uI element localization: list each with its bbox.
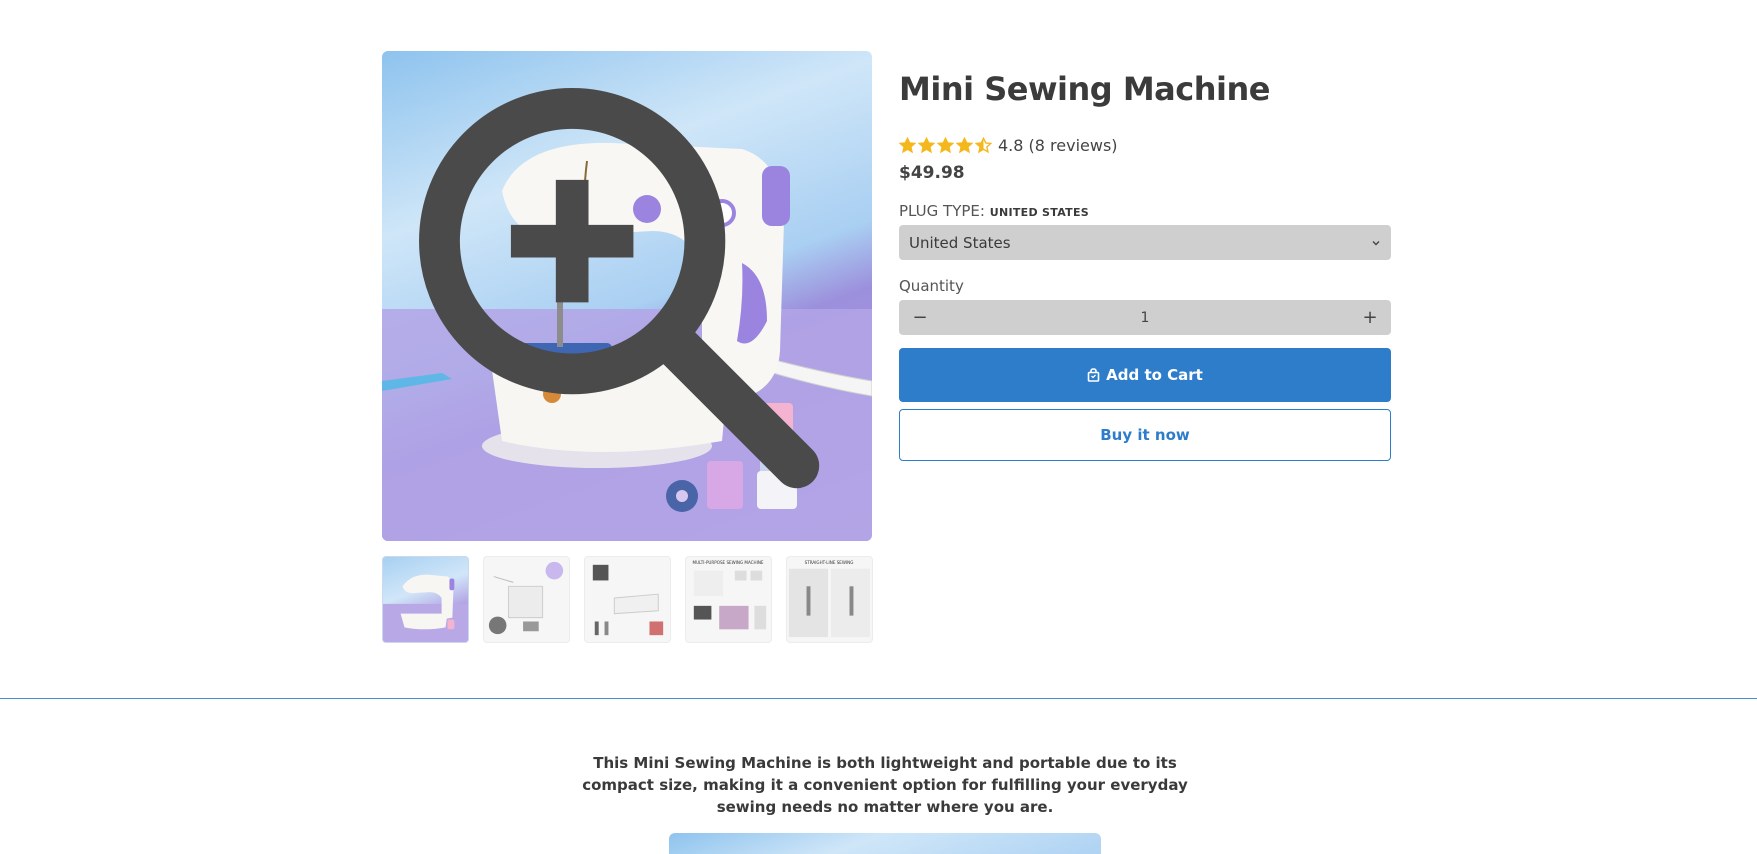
thumbnail-caption: MULTI-PURPOSE SEWING MACHINE [693, 560, 764, 565]
product-info: Mini Sewing Machine 4.8 (8 reviews) $49.… [899, 70, 1391, 462]
star-icon [918, 136, 935, 154]
thumbnail-5[interactable]: STRAIGHT-LINE SEWING [786, 556, 873, 643]
quantity-value[interactable]: 1 [1141, 310, 1150, 326]
thumbnail-image [488, 561, 564, 635]
quantity-label: Quantity [899, 277, 964, 296]
option-label: PLUG TYPE: UNITED STATES [899, 202, 1391, 220]
product-rating[interactable]: 4.8 (8 reviews) [899, 134, 1391, 156]
product-main-image[interactable] [382, 51, 872, 541]
quantity-decrease-button[interactable]: − [910, 307, 930, 328]
add-to-cart-label: Add to Cart [1106, 366, 1203, 385]
star-icon [899, 136, 916, 154]
thumbnail-image [383, 574, 468, 642]
product-price: $49.98 [899, 163, 965, 184]
product-description: This Mini Sewing Machine is both lightwe… [582, 754, 1188, 816]
thumbnail-2[interactable] [483, 556, 570, 643]
zoom-in-icon[interactable] [382, 51, 858, 527]
plug-type-select[interactable]: United States [899, 225, 1391, 261]
chevron-down-icon [1372, 240, 1380, 246]
description-image [669, 833, 1101, 854]
thumbnail-4[interactable]: MULTI-PURPOSE SEWING MACHINE [685, 556, 772, 643]
option-label-text: PLUG TYPE: [899, 202, 985, 221]
thumbnail-1[interactable] [382, 556, 469, 643]
star-icon [975, 136, 992, 154]
rating-stars [899, 136, 992, 154]
product-title: Mini Sewing Machine [899, 70, 1270, 108]
thumbnail-caption: STRAIGHT-LINE SEWING [805, 560, 854, 565]
thumbnail-image: MULTI-PURPOSE SEWING MACHINE [693, 560, 767, 630]
thumbnail-strip: MULTI-PURPOSE SEWING MACHINE STRAIGHT-LI… [382, 556, 873, 643]
thumbnail-3[interactable] [584, 556, 671, 643]
plug-type-value: United States [909, 233, 1011, 252]
rating-text: 4.8 (8 reviews) [998, 135, 1118, 155]
quantity-increase-button[interactable]: + [1360, 307, 1380, 328]
quantity-stepper: − 1 + [899, 300, 1391, 336]
option-selected-caption: UNITED STATES [989, 206, 1089, 220]
shopping-bag-icon [1087, 368, 1100, 383]
buy-now-button[interactable]: Buy it now [899, 409, 1391, 462]
star-icon [937, 136, 954, 154]
thumbnail-image: STRAIGHT-LINE SEWING [788, 560, 871, 638]
add-to-cart-button[interactable]: Add to Cart [899, 348, 1391, 403]
thumbnail-image [592, 564, 664, 636]
section-divider [0, 698, 1757, 699]
star-icon [956, 136, 973, 154]
